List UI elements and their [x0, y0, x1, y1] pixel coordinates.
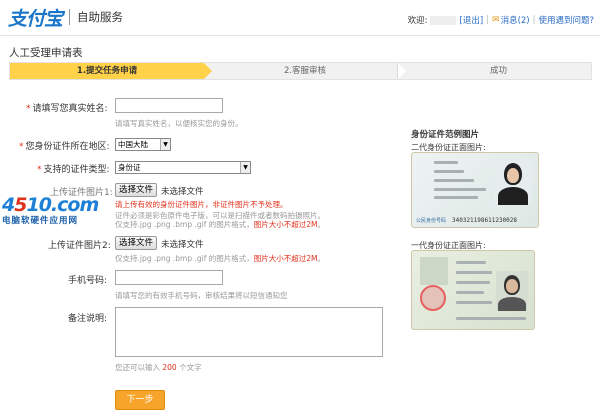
id-number-label: 公民身份号码 — [416, 218, 447, 224]
phone-label: 手机号码: — [68, 276, 108, 286]
cert-type-label: * 支持的证件类型: — [37, 165, 110, 175]
official-stamp — [420, 285, 446, 311]
first-gen-id-sample — [411, 250, 535, 330]
upload1-hint-red: 请上传有效的身份证件图片，非证件图片不予处理。 — [115, 200, 288, 209]
id-photo — [496, 271, 528, 311]
sample-title: 身份证件范例图片 — [411, 130, 480, 140]
required-mark: * — [19, 142, 24, 152]
blurred-text — [456, 291, 484, 294]
blurred-text — [456, 317, 526, 320]
id-photo — [494, 159, 532, 205]
messages-link[interactable]: 消息(2) — [501, 14, 530, 26]
blurred-text — [434, 188, 486, 191]
help-link[interactable]: 使用遇到问题? — [538, 14, 594, 26]
blurred-text — [456, 261, 486, 264]
blurred-text — [434, 196, 478, 199]
blurred-text — [434, 170, 464, 173]
chevron-down-icon: ▼ — [160, 139, 170, 150]
progress-steps: 1.提交任务申请 2.客服审核 成功 — [9, 62, 592, 80]
id-number: 340321198611230028 — [452, 217, 518, 224]
phone-input[interactable] — [115, 270, 223, 285]
phone-hint: 请填写您的有效手机号码，审核结果将以短信通知您 — [115, 291, 288, 300]
upload1-choose-button[interactable]: 选择文件 — [115, 183, 158, 197]
step-arrow — [204, 63, 212, 79]
top-links: 欢迎: [退出] | ✉ 消息(2) | 使用遇到问题? — [408, 14, 594, 26]
step-3: 成功 — [489, 66, 507, 76]
message-icon: ✉ — [492, 15, 500, 25]
blurred-text — [456, 281, 490, 284]
upload1-file-status: 未选择文件 — [161, 187, 204, 197]
step-1: 1.提交任务申请 — [10, 63, 204, 79]
blurred-text — [456, 271, 492, 274]
blurred-text — [434, 161, 458, 164]
id-emblem — [420, 257, 448, 285]
upload2-file-status: 未选择文件 — [161, 240, 204, 250]
step-2: 2.客服审核 — [283, 66, 327, 76]
upload2-choose-button[interactable]: 选择文件 — [115, 236, 158, 250]
required-mark: * — [37, 165, 42, 175]
welcome-text: 欢迎: — [407, 16, 428, 26]
second-gen-id-sample: 公民身份号码 340321198611230028 — [411, 152, 539, 228]
logout-link[interactable]: [退出] — [460, 14, 484, 26]
divider: | — [486, 15, 490, 25]
logo[interactable]: 支付宝 自助服务 — [8, 4, 123, 30]
name-label: * 请填写您真实姓名: — [26, 104, 108, 114]
alipay-logo: 支付宝 — [8, 7, 63, 30]
step-arrow — [398, 63, 406, 79]
required-mark: * — [26, 104, 31, 114]
watermark-logo: 4510.com — [2, 194, 99, 216]
page-title: 人工受理申请表 — [9, 47, 83, 59]
watermark: 4510.com 电脑软硬件应用网 — [2, 194, 112, 227]
top-header: 支付宝 自助服务 欢迎: [退出] | ✉ 消息(2) | 使用遇到问题? — [0, 0, 600, 36]
cert-type-select[interactable]: 身份证 ▼ — [115, 161, 251, 174]
divider: | — [532, 15, 536, 25]
blurred-text — [434, 179, 474, 182]
blurred-text — [456, 301, 492, 304]
upload2-hint: 仅支持.jpg .png .bmp .gif 的图片格式，图片大小不超过2M。 — [115, 254, 326, 263]
region-label: * 您身份证件所在地区: — [19, 142, 110, 152]
next-button[interactable]: 下一步 — [115, 390, 165, 410]
name-input[interactable] — [115, 98, 223, 113]
username — [429, 15, 456, 25]
logo-divider — [69, 9, 71, 25]
remark-count-hint: 您还可以输入 200 个文字 — [115, 363, 202, 372]
chevron-down-icon: ▼ — [240, 162, 250, 173]
app-title: 自助服务 — [77, 10, 124, 24]
upload1-hint-3: 仅支持.jpg .png .bmp .gif 的图片格式，图片大小不超过2M。 — [115, 220, 326, 229]
region-select[interactable]: 中国大陆 ▼ — [115, 138, 171, 151]
remark-textarea[interactable] — [115, 307, 383, 357]
name-hint: 请填写真实姓名，以便核实您的身份。 — [115, 119, 243, 128]
upload2-label: 上传证件图片2: — [48, 241, 111, 251]
remark-label: 备注说明: — [68, 314, 108, 324]
